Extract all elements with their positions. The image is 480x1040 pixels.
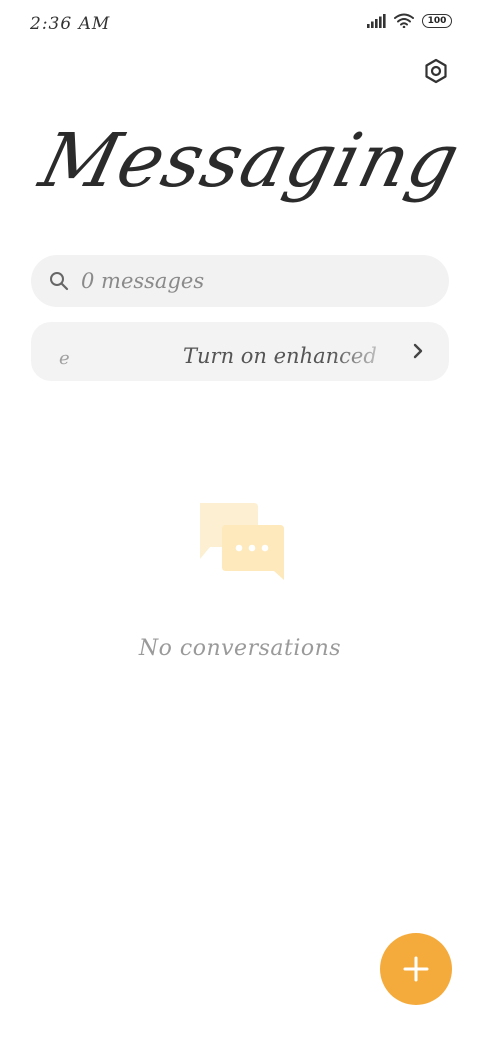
search-placeholder: 0 messages <box>81 269 205 293</box>
enhanced-messaging-banner[interactable]: e Turn on enhanced <box>31 322 449 381</box>
search-icon <box>50 272 69 291</box>
empty-state-text: No conversations <box>138 636 342 661</box>
new-conversation-button[interactable] <box>380 933 452 1005</box>
chevron-right-icon <box>413 343 423 359</box>
banner-lead-text: e <box>59 348 70 369</box>
plus-icon <box>403 956 429 982</box>
banner-fade <box>331 322 401 381</box>
status-bar: 2:36 AM 100 <box>0 0 480 44</box>
battery-icon: 100 <box>422 13 452 28</box>
status-time: 2:36 AM <box>30 14 111 34</box>
wifi-icon <box>394 13 414 28</box>
settings-icon <box>425 58 447 84</box>
chat-bubbles-icon <box>200 503 284 580</box>
settings-button[interactable] <box>420 55 452 87</box>
search-bar[interactable]: 0 messages <box>31 255 449 307</box>
signal-icon <box>367 13 386 28</box>
messaging-screen: 2:36 AM 100 Messaging 0 messages e Turn … <box>0 0 480 1040</box>
page-title: Messaging <box>32 118 469 204</box>
status-icons: 100 <box>366 13 452 28</box>
